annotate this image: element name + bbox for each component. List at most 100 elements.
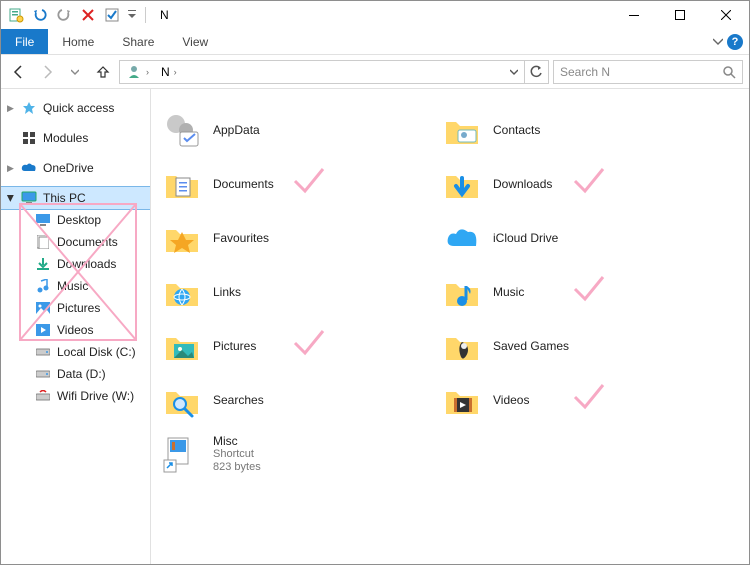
- item-label: Documents: [213, 177, 274, 191]
- annotation-checkmark: [571, 163, 607, 199]
- folder-appdata[interactable]: AppData: [161, 103, 441, 157]
- sidebar-onedrive[interactable]: ▶ OneDrive: [1, 157, 150, 179]
- item-label: Saved Games: [493, 339, 569, 353]
- address-user-icon[interactable]: ›: [122, 61, 155, 83]
- folder-documents[interactable]: Documents: [161, 157, 441, 211]
- help-icon[interactable]: ?: [727, 34, 743, 50]
- item-label: Downloads: [493, 177, 552, 191]
- folder-pictures[interactable]: Pictures: [161, 319, 441, 373]
- shortcut-misc[interactable]: Misc Shortcut 823 bytes: [161, 427, 441, 481]
- toggle-checkbox-icon[interactable]: [101, 4, 123, 26]
- links-folder-icon: [161, 271, 203, 313]
- address-bar[interactable]: › N ›: [119, 60, 549, 84]
- shortcut-icon: [161, 433, 203, 475]
- minimize-button[interactable]: [611, 1, 657, 29]
- sidebar-item-label: Music: [57, 279, 88, 293]
- navigation-pane: ▶ Quick access Modules ▶ OneDrive: [1, 89, 151, 564]
- item-type: Shortcut: [213, 448, 261, 461]
- sidebar-pictures[interactable]: Pictures: [1, 297, 150, 319]
- item-label: Searches: [213, 393, 264, 407]
- sidebar-videos[interactable]: Videos: [1, 319, 150, 341]
- modules-icon: [21, 130, 37, 146]
- chevron-right-icon[interactable]: ▶: [7, 163, 14, 174]
- computer-icon: [21, 190, 37, 206]
- folder-favourites[interactable]: Favourites: [161, 211, 441, 265]
- contacts-folder-icon: [441, 109, 483, 151]
- annotation-checkmark: [571, 379, 607, 415]
- sidebar-wifi-drive[interactable]: Wifi Drive (W:): [1, 385, 150, 407]
- delete-icon[interactable]: [77, 4, 99, 26]
- folder-downloads[interactable]: Downloads: [441, 157, 721, 211]
- tab-file[interactable]: File: [1, 29, 48, 54]
- folder-music[interactable]: Music: [441, 265, 721, 319]
- annotation-checkmark: [291, 163, 327, 199]
- item-label: Videos: [493, 393, 529, 407]
- recent-locations-icon[interactable]: [63, 60, 87, 84]
- undo-icon[interactable]: [29, 4, 51, 26]
- properties-icon[interactable]: [5, 4, 27, 26]
- item-label: Music: [493, 285, 524, 299]
- sidebar-item-label: Videos: [57, 323, 93, 337]
- sidebar-desktop[interactable]: Desktop: [1, 209, 150, 231]
- quick-access-toolbar: [1, 4, 154, 26]
- navigation-bar: › N ›: [1, 55, 749, 89]
- annotation-checkmark: [291, 325, 327, 361]
- item-label: Contacts: [493, 123, 540, 137]
- title-bar: N: [1, 1, 749, 29]
- sidebar-quick-access[interactable]: ▶ Quick access: [1, 97, 150, 119]
- desktop-icon: [35, 212, 51, 228]
- tab-view[interactable]: View: [168, 29, 222, 54]
- documents-icon: [35, 234, 51, 250]
- item-label: AppData: [213, 123, 260, 137]
- chevron-right-icon[interactable]: ▶: [7, 103, 14, 114]
- item-label: Favourites: [213, 231, 269, 245]
- tab-home[interactable]: Home: [48, 29, 108, 54]
- sidebar-modules[interactable]: Modules: [1, 127, 150, 149]
- item-label: iCloud Drive: [493, 231, 558, 245]
- item-size: 823 bytes: [213, 461, 261, 474]
- sidebar-downloads[interactable]: Downloads: [1, 253, 150, 275]
- sidebar-local-disk[interactable]: Local Disk (C:): [1, 341, 150, 363]
- music-folder-icon: [441, 271, 483, 313]
- refresh-button[interactable]: [524, 61, 546, 83]
- sidebar-item-label: OneDrive: [43, 161, 94, 175]
- folder-videos[interactable]: Videos: [441, 373, 721, 427]
- saved-games-folder-icon: [441, 325, 483, 367]
- sidebar-music[interactable]: Music: [1, 275, 150, 297]
- sidebar-this-pc[interactable]: ▶ This PC: [1, 187, 150, 209]
- folder-saved-games[interactable]: Saved Games: [441, 319, 721, 373]
- item-label: Links: [213, 285, 241, 299]
- music-icon: [35, 278, 51, 294]
- qat-dropdown-icon[interactable]: [125, 4, 139, 26]
- address-history-icon[interactable]: [506, 65, 522, 79]
- folder-searches[interactable]: Searches: [161, 373, 441, 427]
- redo-icon[interactable]: [53, 4, 75, 26]
- tab-share[interactable]: Share: [108, 29, 168, 54]
- forward-button[interactable]: [35, 60, 59, 84]
- ribbon-expand-icon[interactable]: [713, 35, 723, 49]
- drive-icon: [35, 366, 51, 382]
- settings-folder-icon: [161, 109, 203, 151]
- favourites-folder-icon: [161, 217, 203, 259]
- downloads-folder-icon: [441, 163, 483, 205]
- search-input[interactable]: [560, 65, 722, 79]
- sidebar-data-drive[interactable]: Data (D:): [1, 363, 150, 385]
- folder-contacts[interactable]: Contacts: [441, 103, 721, 157]
- close-button[interactable]: [703, 1, 749, 29]
- up-button[interactable]: [91, 60, 115, 84]
- search-box[interactable]: [553, 60, 743, 84]
- address-segment[interactable]: N ›: [157, 61, 183, 83]
- sidebar-item-label: Wifi Drive (W:): [57, 389, 134, 403]
- sidebar-item-label: Modules: [43, 131, 88, 145]
- sidebar-documents[interactable]: Documents: [1, 231, 150, 253]
- pictures-folder-icon: [161, 325, 203, 367]
- back-button[interactable]: [7, 60, 31, 84]
- sidebar-item-label: Pictures: [57, 301, 100, 315]
- chevron-down-icon[interactable]: ▶: [5, 195, 16, 202]
- chevron-right-icon[interactable]: ›: [172, 67, 179, 77]
- folder-icloud-drive[interactable]: iCloud Drive: [441, 211, 721, 265]
- file-list: AppData Contacts Documents Downloads: [151, 89, 749, 564]
- folder-links[interactable]: Links: [161, 265, 441, 319]
- maximize-button[interactable]: [657, 1, 703, 29]
- chevron-right-icon[interactable]: ›: [144, 67, 151, 77]
